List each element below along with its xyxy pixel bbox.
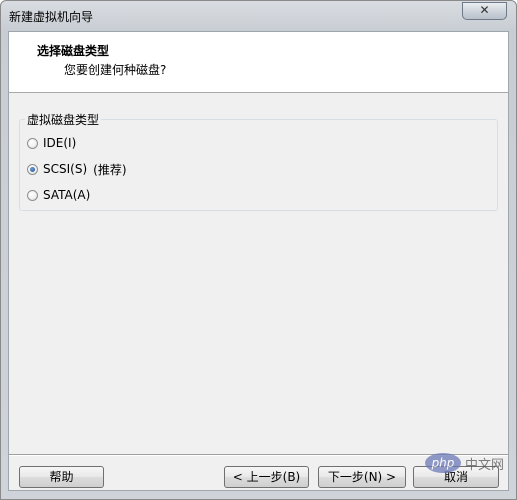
close-icon: ✕ bbox=[479, 3, 490, 17]
window-title: 新建虚拟机向导 bbox=[9, 10, 94, 24]
radio-option-scsi[interactable]: SCSI(S) (推荐) bbox=[27, 161, 127, 177]
php-logo: php bbox=[424, 453, 461, 473]
wizard-header: 选择磁盘类型 您要创建何种磁盘? bbox=[9, 32, 508, 93]
title-bar[interactable]: 新建虚拟机向导 ✕ bbox=[1, 1, 516, 31]
radio-option-label: SCSI(S) bbox=[43, 162, 88, 176]
radio-option-label: SATA(A) bbox=[43, 188, 91, 202]
watermark-text: 中文网 bbox=[464, 457, 504, 473]
next-button[interactable]: 下一步(N) > bbox=[318, 466, 406, 488]
radio-option-sata[interactable]: SATA(A) bbox=[27, 187, 90, 203]
site-watermark: php 中文网 bbox=[424, 453, 504, 473]
radio-unchecked-icon[interactable] bbox=[27, 189, 38, 201]
radio-option-ide[interactable]: IDE(I) bbox=[27, 135, 76, 151]
radio-unchecked-icon[interactable] bbox=[27, 137, 38, 149]
radio-checked-icon[interactable] bbox=[27, 163, 38, 175]
help-button[interactable]: 帮助 bbox=[19, 466, 104, 488]
back-button[interactable]: < 上一步(B) bbox=[224, 466, 309, 488]
page-subtitle: 您要创建何种磁盘? bbox=[64, 63, 167, 77]
disk-type-group-label: 虚拟磁盘类型 bbox=[25, 111, 102, 128]
close-button[interactable]: ✕ bbox=[462, 2, 507, 20]
page-title: 选择磁盘类型 bbox=[37, 44, 110, 58]
radio-option-label: IDE(I) bbox=[43, 136, 77, 150]
dialog-body: 选择磁盘类型 您要创建何种磁盘? 虚拟磁盘类型 IDE(I) SCSI(S) (… bbox=[8, 31, 509, 491]
recommended-note: (推荐) bbox=[93, 162, 127, 177]
wizard-window: 新建虚拟机向导 ✕ 选择磁盘类型 您要创建何种磁盘? 虚拟磁盘类型 IDE(I)… bbox=[0, 0, 517, 500]
